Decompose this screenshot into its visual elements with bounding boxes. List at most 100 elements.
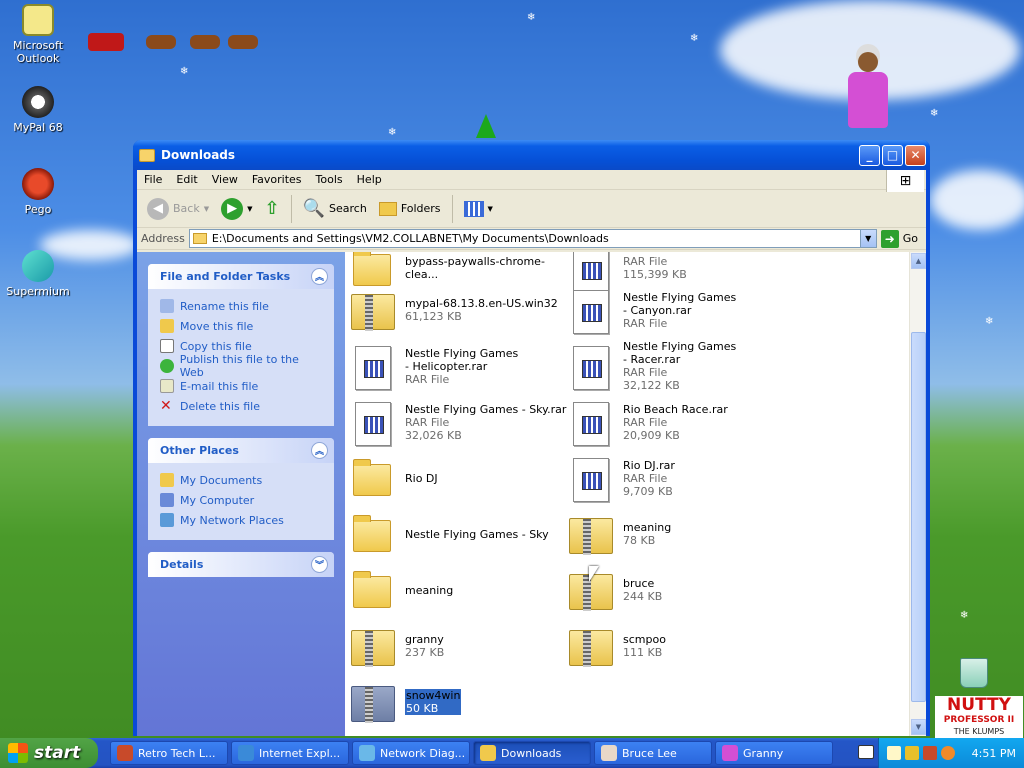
taskbar-button[interactable]: Network Diag... bbox=[352, 741, 470, 765]
rar-file-icon bbox=[567, 454, 615, 502]
file-item[interactable]: meaning bbox=[349, 564, 567, 616]
menu-favorites[interactable]: Favorites bbox=[245, 173, 309, 186]
file-item[interactable]: mypal-68.13.8.en-US.win32 61,123 KB bbox=[349, 284, 567, 336]
desktop-icon-pego[interactable]: Pego bbox=[0, 168, 76, 216]
go-arrow-icon: ➜ bbox=[880, 229, 899, 248]
details-header[interactable]: Details ︾ bbox=[148, 552, 334, 577]
maximize-button[interactable]: □ bbox=[882, 144, 903, 166]
task-move[interactable]: Move this file bbox=[160, 316, 324, 336]
desktop-icon-outlook[interactable]: Microsoft Outlook bbox=[0, 4, 76, 65]
toolbar-divider bbox=[451, 194, 453, 223]
up-arrow-icon: ⇧ bbox=[264, 198, 280, 219]
file-name: granny bbox=[405, 633, 444, 646]
file-info: bypass-paywalls-chrome-clea... bbox=[405, 255, 567, 281]
minimize-button[interactable]: _ bbox=[859, 144, 880, 166]
address-field[interactable]: E:\Documents and Settings\VM2.COLLABNET\… bbox=[188, 229, 877, 248]
desktop-icon-supermium[interactable]: Supermium bbox=[0, 250, 76, 298]
collapse-icon[interactable]: ︽ bbox=[311, 442, 328, 459]
desktop-icon-label: Supermium bbox=[6, 285, 70, 298]
file-item[interactable]: meaning 78 KB bbox=[567, 508, 785, 560]
file-item[interactable]: Rio DJ.rar RAR File 9,709 KB bbox=[567, 452, 785, 504]
taskbar-button-label: Network Diag... bbox=[380, 746, 466, 760]
scroll-down-icon[interactable]: ▼ bbox=[911, 719, 926, 735]
close-button[interactable]: ✕ bbox=[905, 144, 926, 166]
expand-icon[interactable]: ︾ bbox=[311, 556, 328, 573]
chevron-down-icon[interactable]: ▼ bbox=[247, 205, 252, 213]
file-item[interactable]: Nestle Flying Games - Canyon.rar RAR File bbox=[567, 284, 785, 336]
menu-edit[interactable]: Edit bbox=[169, 173, 204, 186]
desktop-icon-mypal[interactable]: MyPal 68 bbox=[0, 86, 76, 134]
file-name: Nestle Flying Games - Sky bbox=[405, 527, 549, 541]
place-my-documents[interactable]: My Documents bbox=[160, 470, 324, 490]
taskbar-button[interactable]: Downloads bbox=[473, 741, 591, 765]
file-item[interactable]: bruce 244 KB bbox=[567, 564, 785, 616]
mouse-cursor bbox=[589, 566, 599, 582]
task-delete[interactable]: ✕ Delete this file bbox=[160, 396, 324, 416]
file-item[interactable]: granny 237 KB bbox=[349, 620, 567, 672]
up-folder-button[interactable]: ⇧ bbox=[261, 196, 284, 221]
place-my-network[interactable]: My Network Places bbox=[160, 510, 324, 530]
file-item[interactable]: scmpoo 111 KB bbox=[567, 620, 785, 672]
task-publish[interactable]: Publish this file to the Web bbox=[160, 353, 324, 379]
views-button[interactable]: ▼ bbox=[460, 199, 497, 219]
file-item[interactable]: Rio Beach Race.rar RAR File 20,909 KB bbox=[567, 396, 785, 448]
file-item[interactable]: Rio DJ bbox=[349, 452, 567, 504]
task-email[interactable]: E-mail this file bbox=[160, 376, 324, 396]
collapse-icon[interactable]: ︽ bbox=[311, 268, 328, 285]
file-name: bypass-paywalls-chrome-clea... bbox=[405, 255, 545, 281]
keyboard-icon[interactable] bbox=[858, 745, 874, 759]
chevron-down-icon[interactable]: ▼ bbox=[204, 205, 209, 213]
ad-subtitle: PROFESSOR II bbox=[943, 715, 1015, 725]
file-item[interactable]: Nestle Flying Games - Sky.rar RAR File 32,… bbox=[349, 396, 567, 448]
file-name: Nestle Flying Games - Sky.rar bbox=[405, 402, 567, 416]
search-tray-icon[interactable] bbox=[941, 746, 955, 760]
menu-tools[interactable]: Tools bbox=[309, 173, 350, 186]
start-label: start bbox=[34, 743, 81, 763]
file-info: scmpoo 111 KB bbox=[623, 633, 666, 659]
forward-button[interactable]: ▶ ▼ bbox=[217, 196, 256, 222]
other-places-header[interactable]: Other Places ︽ bbox=[148, 438, 334, 463]
chevron-down-icon[interactable]: ▼ bbox=[859, 230, 876, 247]
title-bar[interactable]: Downloads _ □ ✕ bbox=[133, 140, 930, 170]
folder-icon bbox=[480, 745, 496, 761]
file-item[interactable]: snow4win 50 KB bbox=[349, 676, 567, 728]
file-info: meaning 78 KB bbox=[623, 521, 671, 547]
scroll-up-icon[interactable]: ▲ bbox=[911, 253, 926, 269]
back-button[interactable]: ◀ Back ▼ bbox=[143, 196, 213, 222]
pego-icon bbox=[22, 168, 54, 200]
place-my-computer[interactable]: My Computer bbox=[160, 490, 324, 510]
vertical-scrollbar[interactable]: ▲ ▼ bbox=[909, 252, 926, 736]
file-item[interactable]: Nestle Flying Games - Helicopter.rar RAR … bbox=[349, 340, 567, 392]
network-tray-icon[interactable] bbox=[923, 746, 937, 760]
search-button[interactable]: 🔍 Search bbox=[299, 196, 371, 221]
window-title: Downloads bbox=[161, 148, 236, 162]
go-button[interactable]: ➜ Go bbox=[880, 229, 922, 248]
taskbar-button[interactable]: Retro Tech L... bbox=[110, 741, 228, 765]
toolbar-divider bbox=[290, 194, 292, 223]
file-item[interactable]: Nestle Flying Games - Sky bbox=[349, 508, 567, 560]
menu-file[interactable]: File bbox=[137, 173, 169, 186]
windows-flag-icon bbox=[8, 743, 28, 763]
taskbar-button[interactable]: Bruce Lee bbox=[594, 741, 712, 765]
task-rename[interactable]: Rename this file bbox=[160, 296, 324, 316]
file-size: 237 KB bbox=[405, 646, 445, 659]
taskbar-button[interactable]: Internet Expl... bbox=[231, 741, 349, 765]
folders-button[interactable]: Folders bbox=[375, 200, 445, 218]
taskbar-button[interactable]: Granny bbox=[715, 741, 833, 765]
file-folder-tasks-header[interactable]: File and Folder Tasks ︽ bbox=[148, 264, 334, 289]
chevron-down-icon[interactable]: ▼ bbox=[488, 205, 493, 213]
clock[interactable]: 4:51 PM bbox=[972, 747, 1016, 760]
menu-help[interactable]: Help bbox=[350, 173, 389, 186]
scroll-thumb[interactable] bbox=[911, 332, 926, 702]
shield-icon[interactable] bbox=[905, 746, 919, 760]
nutty-professor-logo: NUTTY PROFESSOR II THE KLUMPS bbox=[935, 696, 1023, 738]
file-info: RAR File 115,399 KB bbox=[623, 255, 687, 281]
details-panel: Details ︾ bbox=[148, 552, 334, 577]
speaker-icon[interactable] bbox=[887, 746, 901, 760]
file-item[interactable]: Nestle Flying Games - Racer.rar RAR File 3… bbox=[567, 340, 785, 392]
taskbar-button-label: Internet Expl... bbox=[259, 746, 341, 760]
recycle-bin-icon[interactable] bbox=[960, 658, 988, 688]
start-button[interactable]: start bbox=[0, 738, 98, 768]
file-name: meaning bbox=[405, 583, 454, 597]
menu-view[interactable]: View bbox=[205, 173, 245, 186]
